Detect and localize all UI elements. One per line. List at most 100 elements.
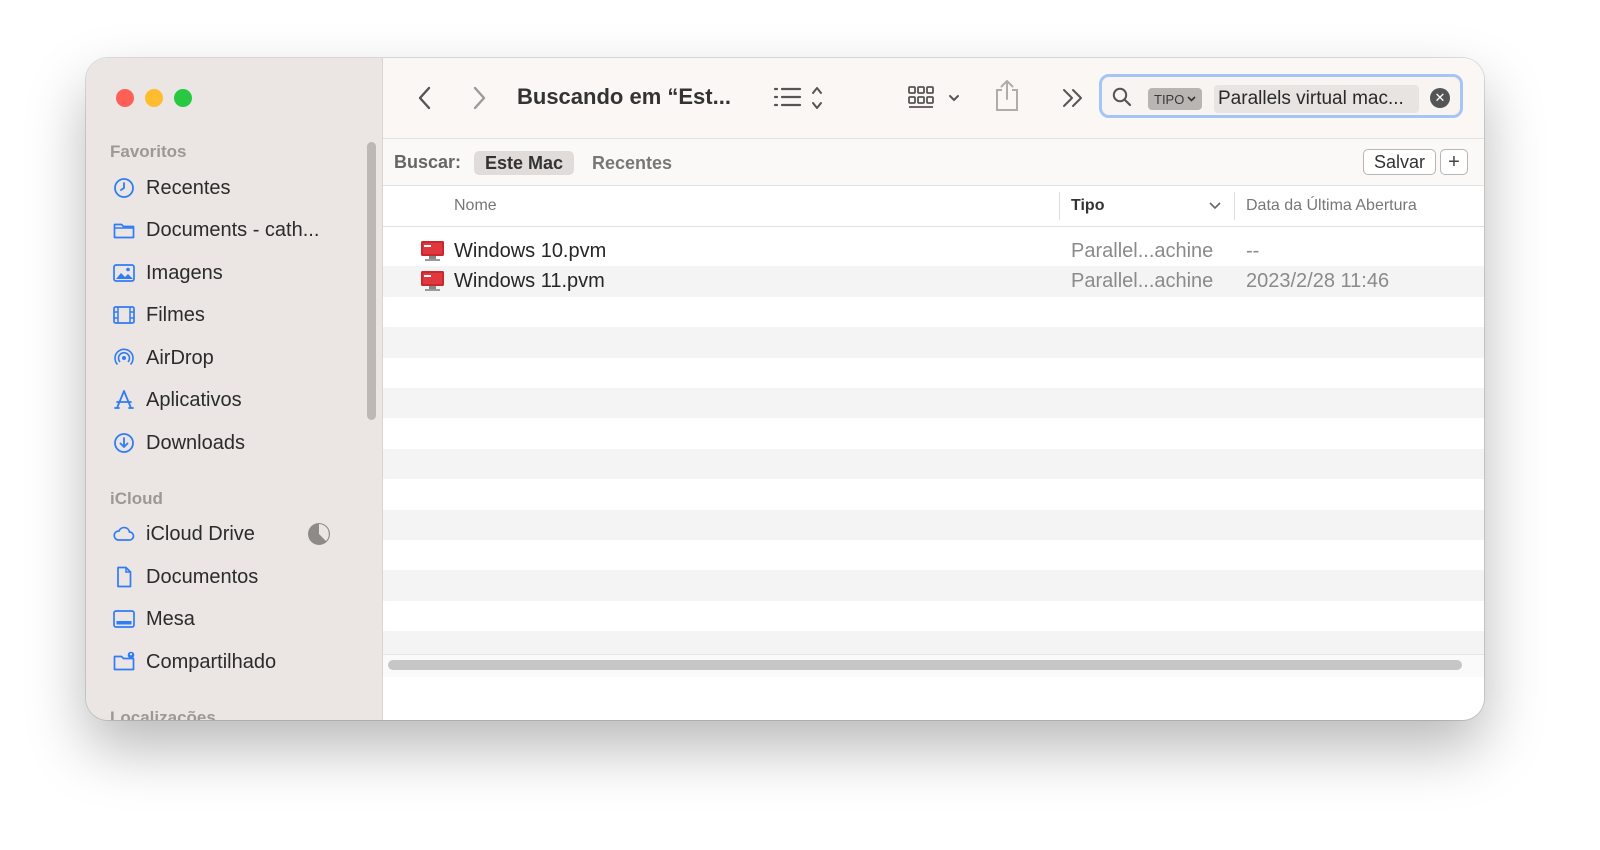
search-query-text[interactable]: Parallels virtual mac...: [1214, 85, 1419, 113]
horizontal-scrollbar[interactable]: [388, 660, 1462, 670]
group-by-button[interactable]: [907, 82, 965, 114]
column-header-data[interactable]: Data da Última Abertura: [1246, 197, 1417, 215]
sidebar-item-mesa[interactable]: Mesa: [112, 602, 195, 636]
chevron-down-icon: [1187, 96, 1196, 102]
chevron-left-icon: [418, 86, 431, 110]
main-area: Buscando em “Est... TIPO Parallels virtu…: [383, 58, 1484, 720]
table-row[interactable]: Windows 10.pvm Parallel...achine --: [383, 236, 1484, 266]
sidebar-item-airdrop[interactable]: AirDrop: [112, 341, 214, 375]
scope-label: Buscar:: [394, 152, 462, 172]
sidebar-item-documentos[interactable]: Documentos: [112, 560, 258, 594]
cloud-icon: [112, 522, 136, 546]
window-title: Buscando em “Est...: [517, 84, 731, 109]
minimize-window-button[interactable]: [145, 89, 163, 107]
add-criteria-button[interactable]: +: [1440, 149, 1468, 175]
airdrop-icon: [112, 346, 136, 370]
empty-row: [383, 479, 1484, 509]
file-last-opened: 2023/2/28 11:46: [1246, 270, 1390, 293]
sidebar-item-documents[interactable]: Documents - cath...: [112, 213, 319, 247]
photo-icon: [112, 261, 136, 285]
sidebar-item-label: Aplicativos: [146, 388, 242, 411]
table-row[interactable]: Windows 11.pvm Parallel...achine 2023/2/…: [383, 266, 1484, 297]
sidebar-item-label: Recentes: [146, 176, 231, 199]
sidebar-section-favoritos: Favoritos: [110, 142, 187, 161]
film-icon: [112, 303, 136, 327]
sidebar-item-label: AirDrop: [146, 346, 214, 369]
file-list: Windows 10.pvm Parallel...achine -- Wind…: [383, 236, 1484, 662]
sort-chevron-down-icon: [1209, 202, 1221, 210]
file-kind: Parallel...achine: [1071, 240, 1214, 262]
sidebar-item-label: Filmes: [146, 303, 205, 326]
file-name: Windows 11.pvm: [454, 270, 605, 293]
more-toolbar-button[interactable]: [1061, 84, 1085, 112]
sidebar-item-aplicativos[interactable]: Aplicativos: [112, 383, 242, 417]
icloud-sync-progress-icon: [308, 523, 330, 545]
sidebar-section-icloud: iCloud: [110, 489, 163, 508]
empty-row: [383, 570, 1484, 601]
empty-row: [383, 358, 1484, 388]
parallels-vm-file-icon: [421, 271, 444, 292]
parallels-vm-file-icon: [421, 241, 444, 261]
chevron-right-icon: [473, 86, 486, 110]
forward-button[interactable]: [465, 84, 493, 112]
apps-icon: [112, 388, 136, 412]
sidebar-item-label: Mesa: [146, 607, 195, 630]
file-kind: Parallel...achine: [1071, 270, 1214, 293]
chevron-double-right-icon: [1063, 89, 1082, 107]
sidebar-item-imagens[interactable]: Imagens: [112, 256, 223, 290]
sidebar-item-icloud-drive[interactable]: iCloud Drive: [112, 517, 255, 551]
column-header-nome[interactable]: Nome: [454, 197, 497, 215]
empty-row: [383, 601, 1484, 631]
column-separator[interactable]: [1234, 192, 1235, 220]
empty-row: [383, 387, 1484, 419]
column-header-tipo[interactable]: Tipo: [1071, 197, 1104, 215]
grid-group-icon: [908, 86, 959, 108]
sidebar-scrollbar[interactable]: [367, 142, 376, 420]
list-view-icon: [773, 87, 822, 109]
fullscreen-window-button[interactable]: [174, 89, 192, 107]
desktop-icon: [112, 607, 136, 631]
sidebar-item-label: Imagens: [146, 261, 223, 284]
sidebar-item-label: Documentos: [146, 565, 259, 588]
column-header: Nome Tipo Data da Última Abertura: [383, 186, 1484, 227]
search-field[interactable]: TIPO Parallels virtual mac... ✕: [1099, 74, 1463, 118]
toolbar: Buscando em “Est... TIPO Parallels virtu…: [383, 58, 1484, 139]
search-token-kind[interactable]: TIPO: [1148, 88, 1203, 110]
scope-este-mac[interactable]: Este Mac: [474, 151, 575, 175]
empty-row: [383, 297, 1484, 327]
search-token-label: TIPO: [1154, 91, 1185, 107]
empty-row: [383, 448, 1484, 480]
sidebar-item-recentes[interactable]: Recentes: [112, 171, 231, 205]
close-window-button[interactable]: [116, 89, 134, 107]
shared-folder-icon: [112, 650, 136, 674]
column-separator[interactable]: [1059, 192, 1060, 220]
finder-window: Favoritos Recentes Documents - cath... I…: [86, 58, 1484, 720]
sidebar-item-filmes[interactable]: Filmes: [112, 298, 205, 332]
document-icon: [112, 565, 136, 589]
empty-row: [383, 509, 1484, 540]
save-search-button[interactable]: Salvar: [1363, 149, 1437, 175]
empty-row: [383, 418, 1484, 448]
search-scope-bar: Buscar: Este Mac Recentes Salvar +: [383, 139, 1484, 186]
download-icon: [112, 431, 136, 455]
share-button[interactable]: [991, 78, 1023, 114]
sidebar-section-localizacoes: Localizações: [110, 708, 216, 720]
scope-recentes[interactable]: Recentes: [592, 153, 672, 174]
empty-row: [383, 327, 1484, 358]
file-last-opened: --: [1246, 240, 1260, 262]
sidebar-item-label: iCloud Drive: [146, 522, 255, 545]
clear-search-icon[interactable]: ✕: [1430, 88, 1450, 108]
sidebar: Favoritos Recentes Documents - cath... I…: [86, 58, 383, 720]
sidebar-item-downloads[interactable]: Downloads: [112, 426, 245, 460]
view-mode-button[interactable]: [773, 82, 831, 114]
empty-row: [383, 540, 1484, 570]
file-name: Windows 10.pvm: [454, 240, 607, 262]
folder-icon: [112, 218, 136, 242]
window-controls: [116, 89, 192, 107]
search-icon: [1112, 87, 1132, 107]
sidebar-item-compartilhado[interactable]: Compartilhado: [112, 645, 276, 679]
share-icon: [996, 80, 1018, 111]
sidebar-item-label: Documents - cath...: [146, 218, 320, 241]
back-button[interactable]: [411, 84, 439, 112]
clock-icon: [112, 176, 136, 200]
